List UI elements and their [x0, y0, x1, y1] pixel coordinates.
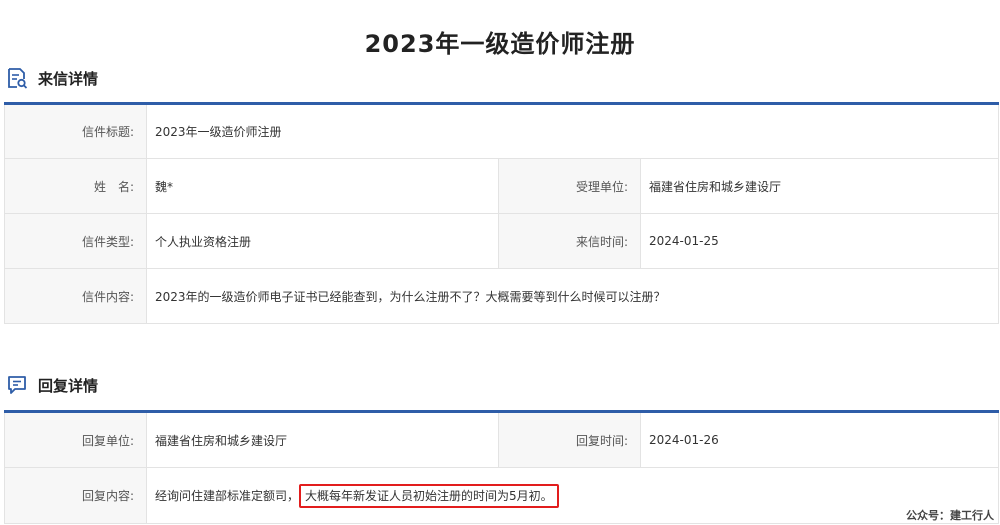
subject-label: 信件标题: [4, 103, 147, 159]
reply-section-title: 回复详情 [38, 376, 99, 395]
type-label: 信件类型: [4, 213, 147, 269]
chat-bubble-icon [6, 374, 28, 396]
unit-label: 受理单位: [498, 158, 641, 214]
type-value: 个人执业资格注册 [146, 213, 499, 269]
reply-time-value: 2024-01-26 [640, 411, 999, 468]
page-title: 2023年一级造价师注册 [364, 30, 636, 58]
letter-section-title: 来信详情 [38, 69, 99, 88]
page: 2023年一级造价师注册 来信详情 信件标题: 2023年一级造价师注册 姓 名… [0, 0, 1000, 525]
reply-content-prefix: 经询问住建部标准定额司， [155, 489, 300, 503]
reply-unit-value: 福建省住房和城乡建设厅 [146, 411, 499, 468]
reply-section-header: 回复详情 [6, 373, 98, 397]
name-label: 姓 名: [4, 158, 147, 214]
reply-content-highlight: 大概每年新发证人员初始注册的时间为5月初。 [299, 484, 559, 508]
unit-value: 福建省住房和城乡建设厅 [639, 158, 1000, 214]
subject-value: 2023年一级造价师注册 [145, 103, 1000, 159]
letter-section-header: 来信详情 [6, 66, 98, 90]
table-row: 信件类型: 个人执业资格注册 来信时间: 2024-01-25 [4, 213, 1000, 269]
reply-content-label: 回复内容: [4, 467, 147, 524]
reply-unit-label: 回复单位: [4, 411, 147, 468]
reply-content-value: 经询问住建部标准定额司， 大概每年新发证人员初始注册的时间为5月初。 [146, 467, 999, 524]
letter-time-label: 来信时间: [498, 213, 641, 269]
reply-time-label: 回复时间: [498, 411, 641, 468]
document-search-icon [6, 67, 28, 89]
table-row: 回复单位: 福建省住房和城乡建设厅 回复时间: 2024-01-26 [4, 411, 999, 468]
content-value: 2023年的一级造价师电子证书已经能查到，为什么注册不了？大概需要等到什么时候可… [145, 268, 1000, 324]
table-row: 信件标题: 2023年一级造价师注册 [4, 103, 1000, 159]
letter-detail-table: 信件标题: 2023年一级造价师注册 姓 名: 魏* 受理单位: 福建省住房和城… [4, 102, 1000, 324]
table-row: 回复内容: 经询问住建部标准定额司， 大概每年新发证人员初始注册的时间为5月初。 [4, 467, 999, 524]
content-label: 信件内容: [4, 268, 147, 324]
letter-time-value: 2024-01-25 [639, 213, 1000, 269]
table-row: 信件内容: 2023年的一级造价师电子证书已经能查到，为什么注册不了？大概需要等… [4, 268, 1000, 324]
reply-detail-table: 回复单位: 福建省住房和城乡建设厅 回复时间: 2024-01-26 回复内容:… [4, 410, 999, 524]
name-value: 魏* [146, 158, 499, 214]
watermark-text: 公众号：建工行人 [906, 509, 994, 522]
table-row: 姓 名: 魏* 受理单位: 福建省住房和城乡建设厅 [4, 158, 1000, 214]
